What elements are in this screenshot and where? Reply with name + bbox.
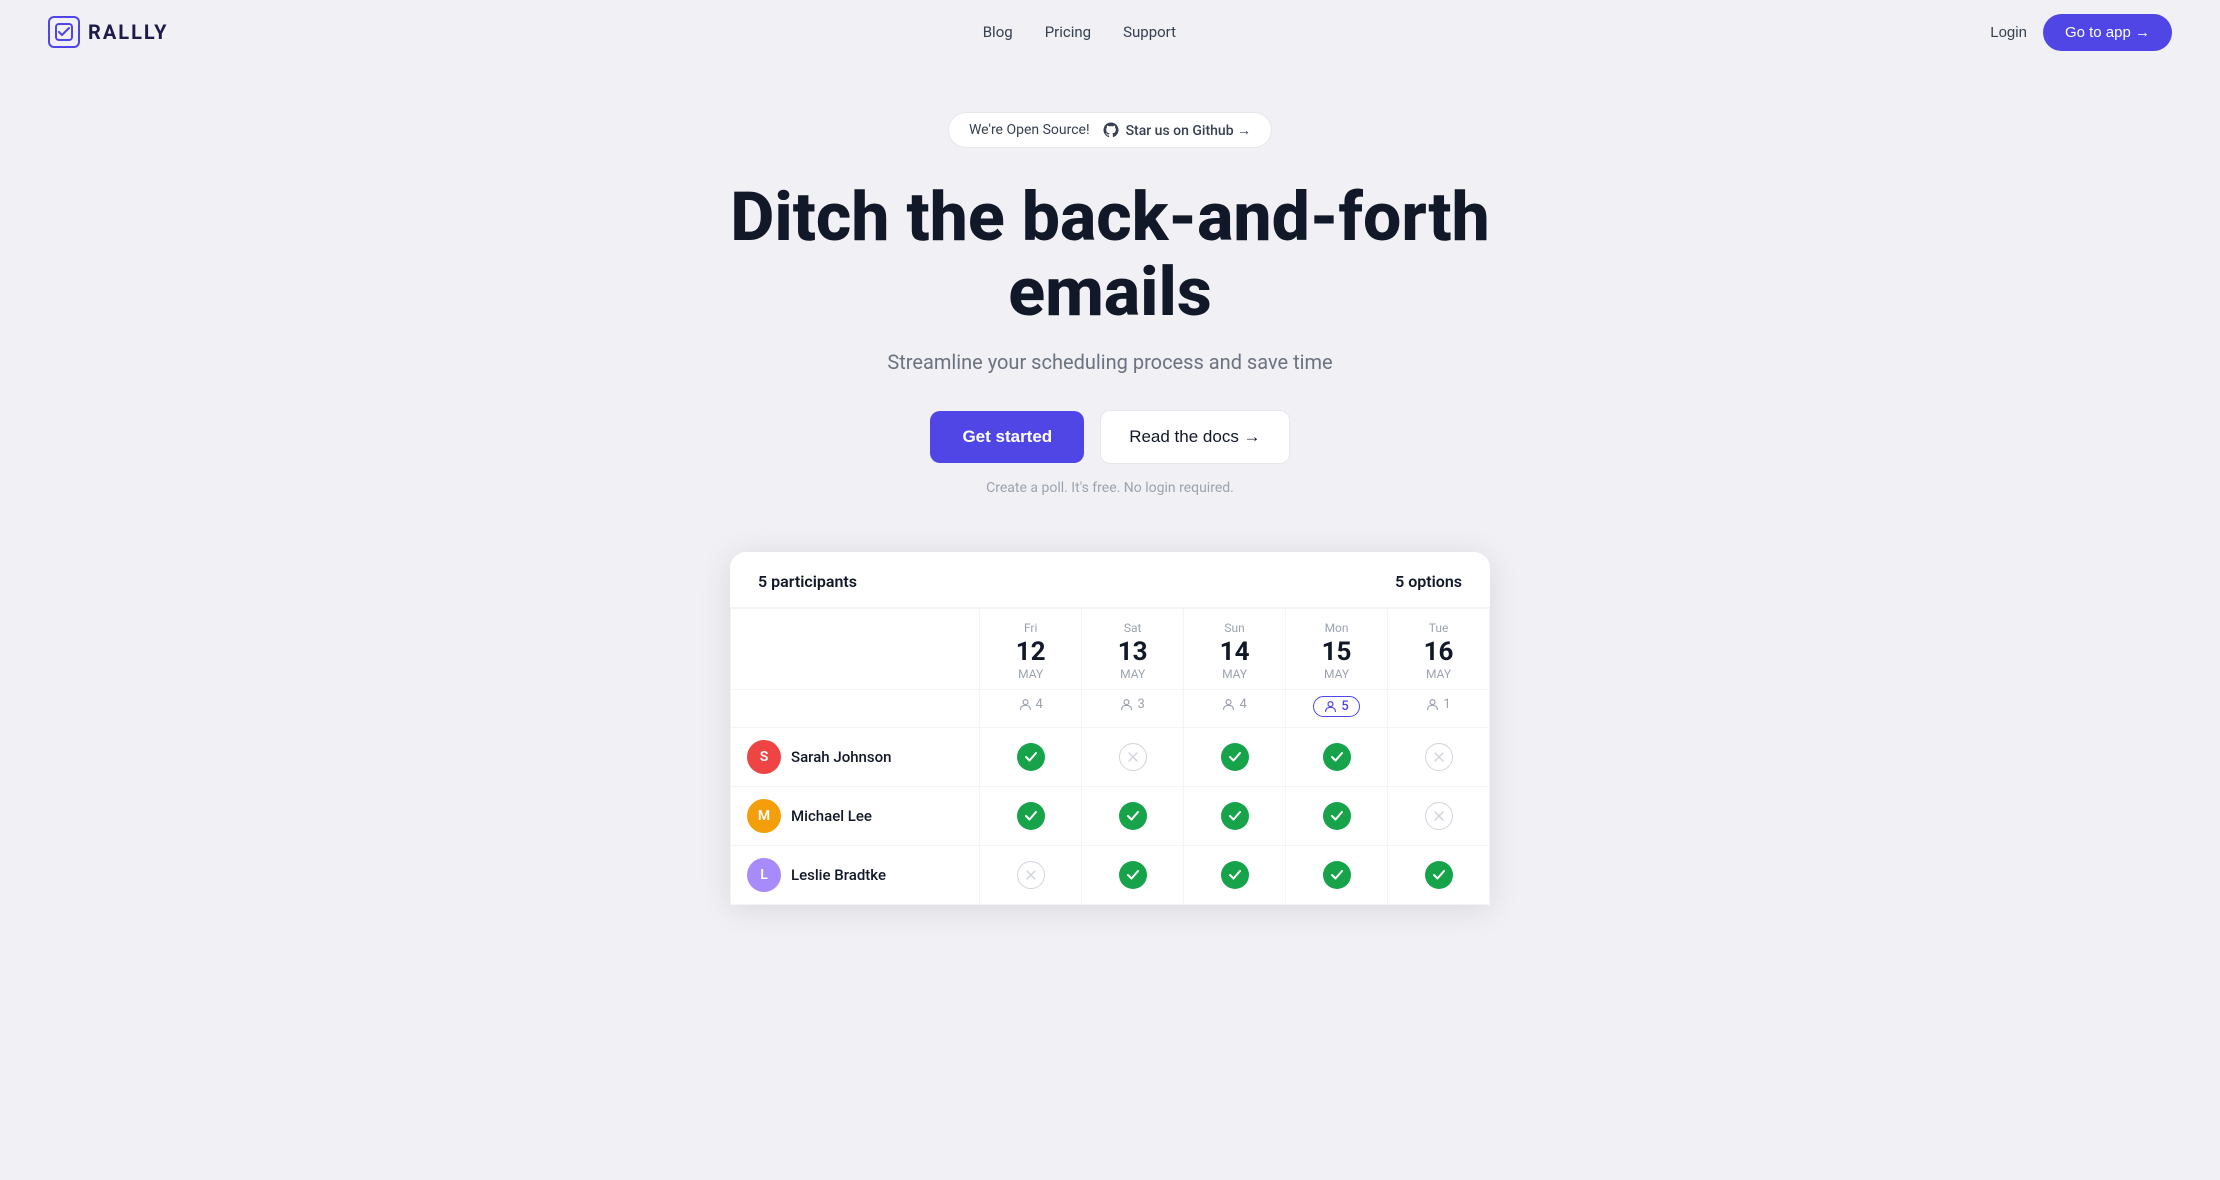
vote-yes-icon	[1221, 861, 1249, 889]
name-sarah: Sarah Johnson	[791, 748, 891, 766]
vote-yes-icon	[1119, 802, 1147, 830]
demo-card: 5 participants 5 options Fri 12 MAY Sat …	[730, 552, 1490, 905]
vote-sarah-sun	[1184, 727, 1286, 786]
vote-yes-icon	[1017, 743, 1045, 771]
vote-count-mon: 5	[1286, 689, 1388, 727]
vote-count-fri: 4	[980, 689, 1082, 727]
login-button[interactable]: Login	[1990, 24, 2027, 41]
nav-support[interactable]: Support	[1123, 23, 1176, 41]
nav-actions: Login Go to app →	[1990, 14, 2172, 51]
vote-count-row: 4 3 4	[731, 689, 1490, 727]
github-icon	[1102, 121, 1120, 139]
date-header-tue: Tue 16 MAY	[1388, 608, 1490, 689]
date-header-sat: Sat 13 MAY	[1082, 608, 1184, 689]
vote-no-icon	[1017, 861, 1045, 889]
logo-text: RALLLY	[88, 20, 169, 44]
vote-leslie-sun	[1184, 845, 1286, 904]
vote-sarah-tue	[1388, 727, 1490, 786]
vote-yes-icon	[1323, 743, 1351, 771]
hero-title: Ditch the back-and-forth emails	[710, 180, 1510, 330]
demo-table: Fri 12 MAY Sat 13 MAY Sun 14 MAY	[730, 608, 1490, 905]
name-leslie: Leslie Bradtke	[791, 866, 886, 884]
participant-michael: M Michael Lee	[731, 787, 979, 845]
goto-app-button[interactable]: Go to app →	[2043, 14, 2172, 51]
github-link[interactable]: Star us on Github →	[1102, 121, 1251, 139]
vote-leslie-mon	[1286, 845, 1388, 904]
vote-michael-sat	[1082, 786, 1184, 845]
date-header-fri: Fri 12 MAY	[980, 608, 1082, 689]
vote-yes-icon	[1221, 802, 1249, 830]
vote-leslie-fri	[980, 845, 1082, 904]
date-header-mon: Mon 15 MAY	[1286, 608, 1388, 689]
avatar-sarah: S	[747, 740, 781, 774]
read-docs-button[interactable]: Read the docs →	[1100, 410, 1289, 464]
participant-sarah: S Sarah Johnson	[731, 728, 979, 786]
date-header-row: Fri 12 MAY Sat 13 MAY Sun 14 MAY	[731, 608, 1490, 689]
opensource-badge[interactable]: We're Open Source! Star us on Github →	[948, 112, 1272, 148]
avatar-michael: M	[747, 799, 781, 833]
vote-count-tue: 1	[1388, 689, 1490, 727]
opensource-label: We're Open Source!	[969, 122, 1090, 138]
vote-no-icon	[1425, 802, 1453, 830]
vote-sarah-sat	[1082, 727, 1184, 786]
vote-michael-tue	[1388, 786, 1490, 845]
logo-icon	[48, 16, 80, 48]
participant-leslie: L Leslie Bradtke	[731, 846, 979, 904]
vote-yes-icon	[1017, 802, 1045, 830]
hero-note: Create a poll. It's free. No login requi…	[986, 480, 1234, 496]
vote-yes-icon	[1323, 802, 1351, 830]
table-row: M Michael Lee	[731, 786, 1490, 845]
table-row: S Sarah Johnson	[731, 727, 1490, 786]
vote-count-sun: 4	[1184, 689, 1286, 727]
vote-yes-icon	[1221, 743, 1249, 771]
vote-yes-icon	[1323, 861, 1351, 889]
vote-michael-mon	[1286, 786, 1388, 845]
vote-sarah-mon	[1286, 727, 1388, 786]
navbar: RALLLY Blog Pricing Support Login Go to …	[0, 0, 2220, 64]
vote-sarah-fri	[980, 727, 1082, 786]
vote-michael-fri	[980, 786, 1082, 845]
vote-yes-icon	[1119, 861, 1147, 889]
table-row: L Leslie Bradtke	[731, 845, 1490, 904]
github-label: Star us on Github →	[1126, 122, 1251, 139]
hero-subtitle: Streamline your scheduling process and s…	[887, 350, 1332, 374]
get-started-button[interactable]: Get started	[930, 411, 1084, 463]
logo[interactable]: RALLLY	[48, 16, 169, 48]
hero-buttons: Get started Read the docs →	[930, 410, 1289, 464]
nav-blog[interactable]: Blog	[983, 23, 1013, 41]
name-michael: Michael Lee	[791, 807, 872, 825]
vote-no-icon	[1425, 743, 1453, 771]
demo-options: 5 options	[1395, 572, 1462, 591]
nav-links: Blog Pricing Support	[983, 23, 1176, 41]
vote-yes-icon	[1425, 861, 1453, 889]
demo-header: 5 participants 5 options	[730, 552, 1490, 608]
demo-participants: 5 participants	[758, 572, 857, 591]
vote-no-icon	[1119, 743, 1147, 771]
vote-leslie-tue	[1388, 845, 1490, 904]
avatar-leslie: L	[747, 858, 781, 892]
vote-michael-sun	[1184, 786, 1286, 845]
vote-leslie-sat	[1082, 845, 1184, 904]
date-header-sun: Sun 14 MAY	[1184, 608, 1286, 689]
hero-section: We're Open Source! Star us on Github → D…	[0, 64, 2220, 905]
nav-pricing[interactable]: Pricing	[1045, 23, 1091, 41]
vote-count-sat: 3	[1082, 689, 1184, 727]
